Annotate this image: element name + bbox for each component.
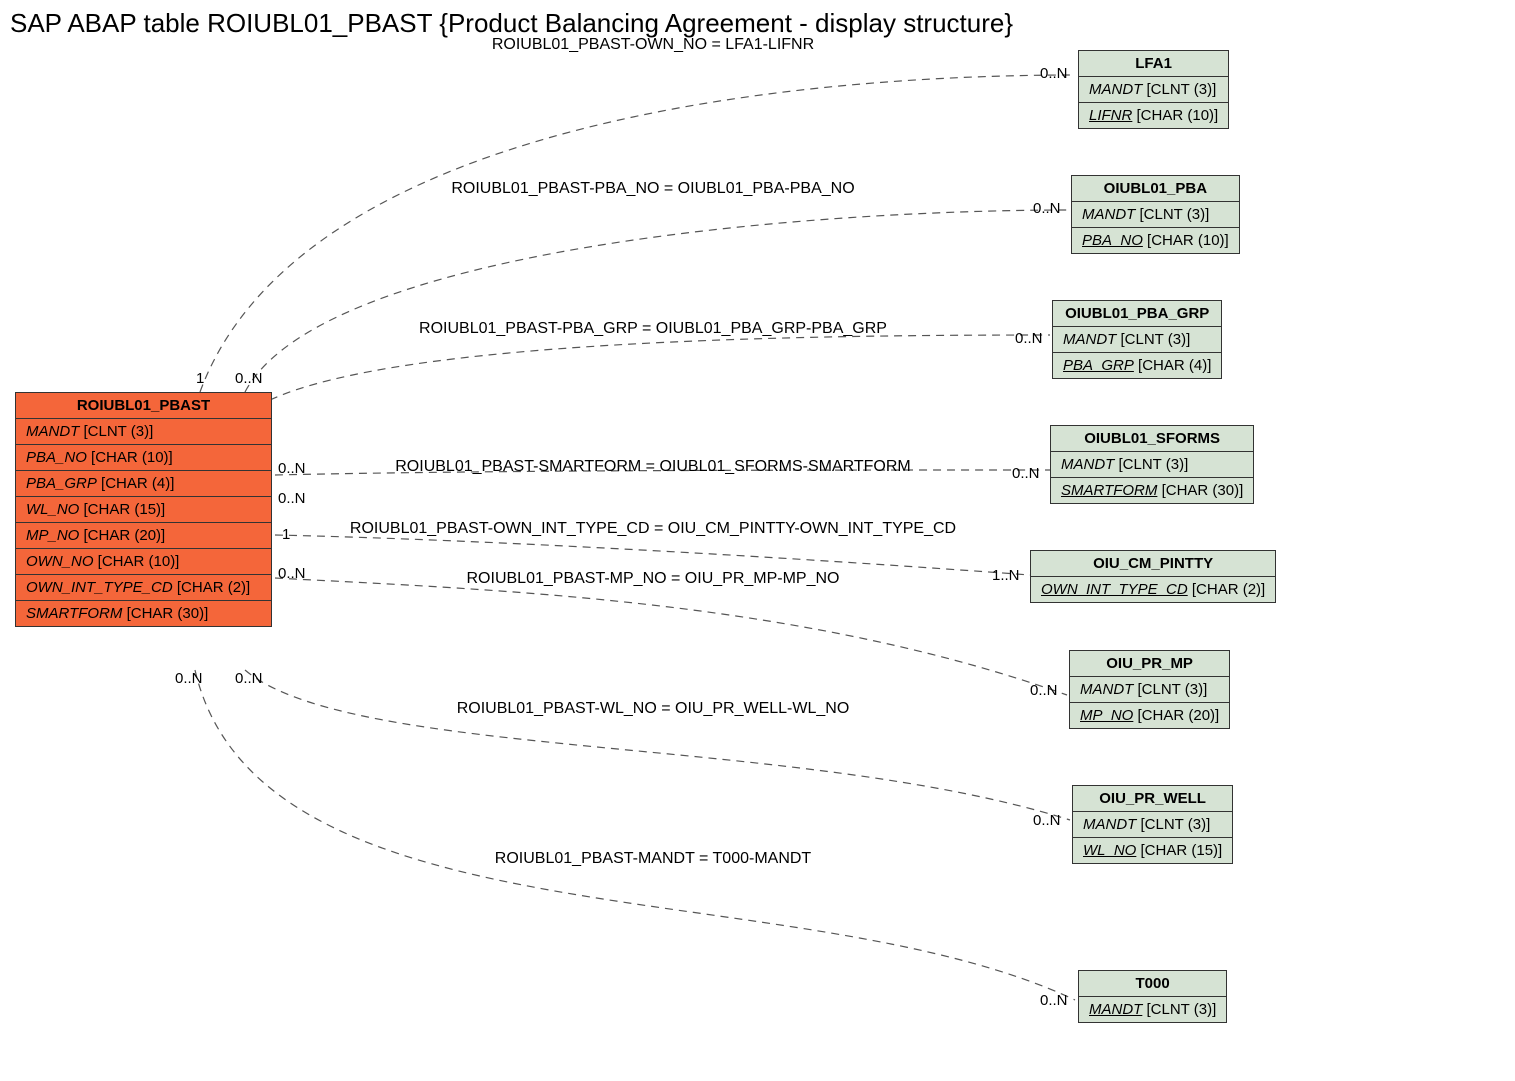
entity-t000: T000 MANDT [CLNT (3)]	[1078, 970, 1227, 1023]
cardinality-label: 0..N	[1033, 812, 1061, 829]
relation-label: ROIUBL01_PBAST-MP_NO = OIU_PR_MP-MP_NO	[467, 570, 840, 588]
entity-header: OIU_CM_PINTTY	[1031, 551, 1275, 577]
field-row: PBA_GRP [CHAR (4)]	[16, 471, 271, 497]
cardinality-label: 0..N	[278, 565, 306, 582]
cardinality-label: 1	[196, 370, 204, 387]
field-row: MANDT [CLNT (3)]	[1079, 77, 1228, 103]
field-row: WL_NO [CHAR (15)]	[16, 497, 271, 523]
entity-header: LFA1	[1079, 51, 1228, 77]
relation-label: ROIUBL01_PBAST-PBA_GRP = OIUBL01_PBA_GRP…	[419, 320, 887, 338]
cardinality-label: 0..N	[1033, 200, 1061, 217]
field-row: MP_NO [CHAR (20)]	[1070, 703, 1229, 728]
field-row: LIFNR [CHAR (10)]	[1079, 103, 1228, 128]
cardinality-label: 1	[282, 526, 290, 543]
entity-header: ROIUBL01_PBAST	[16, 393, 271, 419]
cardinality-label: 0..N	[1030, 682, 1058, 699]
field-row: MANDT [CLNT (3)]	[1073, 812, 1232, 838]
field-row: SMARTFORM [CHAR (30)]	[1051, 478, 1253, 503]
relation-label: ROIUBL01_PBAST-PBA_NO = OIUBL01_PBA-PBA_…	[451, 180, 854, 198]
field-row: MP_NO [CHAR (20)]	[16, 523, 271, 549]
entity-lfa1: LFA1 MANDT [CLNT (3)] LIFNR [CHAR (10)]	[1078, 50, 1229, 129]
cardinality-label: 0..N	[1040, 65, 1068, 82]
relation-label: ROIUBL01_PBAST-WL_NO = OIU_PR_WELL-WL_NO	[457, 700, 850, 718]
entity-header: OIUBL01_SFORMS	[1051, 426, 1253, 452]
field-row: SMARTFORM [CHAR (30)]	[16, 601, 271, 626]
cardinality-label: 1..N	[992, 567, 1020, 584]
entity-oiu-cm-pintty: OIU_CM_PINTTY OWN_INT_TYPE_CD [CHAR (2)]	[1030, 550, 1276, 603]
cardinality-label: 0..N	[1015, 330, 1043, 347]
field-row: OWN_NO [CHAR (10)]	[16, 549, 271, 575]
field-row: OWN_INT_TYPE_CD [CHAR (2)]	[1031, 577, 1275, 602]
field-row: PBA_NO [CHAR (10)]	[1072, 228, 1239, 253]
entity-header: OIUBL01_PBA_GRP	[1053, 301, 1221, 327]
field-row: PBA_NO [CHAR (10)]	[16, 445, 271, 471]
entity-header: OIU_PR_WELL	[1073, 786, 1232, 812]
relation-label: ROIUBL01_PBAST-MANDT = T000-MANDT	[495, 850, 811, 868]
cardinality-label: 0..N	[235, 670, 263, 687]
cardinality-label: 0..N	[1012, 465, 1040, 482]
cardinality-label: 0..N	[278, 490, 306, 507]
entity-oiubl01-pba-grp: OIUBL01_PBA_GRP MANDT [CLNT (3)] PBA_GRP…	[1052, 300, 1222, 379]
field-row: OWN_INT_TYPE_CD [CHAR (2)]	[16, 575, 271, 601]
relation-label: ROIUBL01_PBAST-OWN_NO = LFA1-LIFNR	[492, 36, 814, 54]
relation-label: ROIUBL01_PBAST-SMARTFORM = OIUBL01_SFORM…	[395, 458, 911, 476]
field-row: PBA_GRP [CHAR (4)]	[1053, 353, 1221, 378]
field-row: MANDT [CLNT (3)]	[1072, 202, 1239, 228]
field-row: WL_NO [CHAR (15)]	[1073, 838, 1232, 863]
field-row: MANDT [CLNT (3)]	[1070, 677, 1229, 703]
entity-roiubl01-pbast: ROIUBL01_PBAST MANDT [CLNT (3)] PBA_NO […	[15, 392, 272, 627]
cardinality-label: 0..N	[278, 460, 306, 477]
entity-oiubl01-sforms: OIUBL01_SFORMS MANDT [CLNT (3)] SMARTFOR…	[1050, 425, 1254, 504]
field-row: MANDT [CLNT (3)]	[16, 419, 271, 445]
cardinality-label: 0..N	[235, 370, 263, 387]
entity-oiu-pr-well: OIU_PR_WELL MANDT [CLNT (3)] WL_NO [CHAR…	[1072, 785, 1233, 864]
field-row: MANDT [CLNT (3)]	[1053, 327, 1221, 353]
relation-label: ROIUBL01_PBAST-OWN_INT_TYPE_CD = OIU_CM_…	[350, 520, 956, 538]
entity-header: T000	[1079, 971, 1226, 997]
field-row: MANDT [CLNT (3)]	[1079, 997, 1226, 1022]
entity-oiubl01-pba: OIUBL01_PBA MANDT [CLNT (3)] PBA_NO [CHA…	[1071, 175, 1240, 254]
cardinality-label: 0..N	[175, 670, 203, 687]
cardinality-label: 0..N	[1040, 992, 1068, 1009]
entity-oiu-pr-mp: OIU_PR_MP MANDT [CLNT (3)] MP_NO [CHAR (…	[1069, 650, 1230, 729]
entity-header: OIU_PR_MP	[1070, 651, 1229, 677]
field-row: MANDT [CLNT (3)]	[1051, 452, 1253, 478]
page-title: SAP ABAP table ROIUBL01_PBAST {Product B…	[10, 8, 1013, 39]
entity-header: OIUBL01_PBA	[1072, 176, 1239, 202]
